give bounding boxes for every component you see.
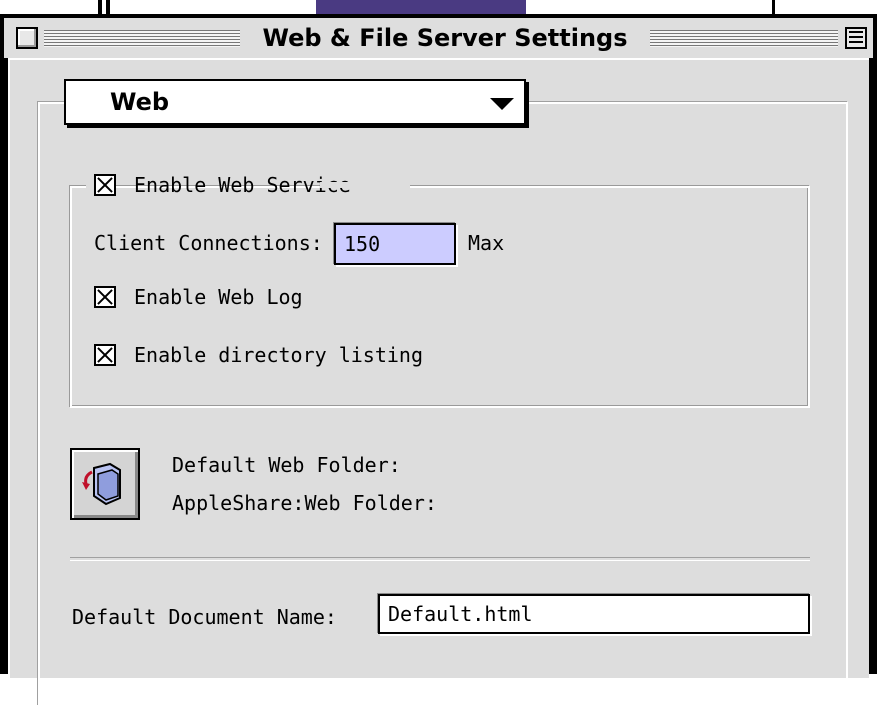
- popup-arrow-icon: [490, 98, 514, 110]
- enable-web-service-label: Enable Web Service: [134, 173, 351, 197]
- client-connections-input[interactable]: 150: [334, 223, 456, 265]
- enable-web-log-label: Enable Web Log: [134, 285, 303, 309]
- choose-folder-button[interactable]: [70, 448, 140, 520]
- enable-web-log-checkbox[interactable]: [94, 286, 116, 308]
- panel-selector-label: Web: [110, 88, 170, 116]
- folder-arrow-icon: [82, 462, 121, 506]
- separator: [70, 557, 810, 561]
- close-box[interactable]: [16, 27, 38, 49]
- title-bar-stripes-right: [650, 30, 838, 47]
- collapse-line: [849, 31, 863, 33]
- web-service-legend: Enable Web Service: [86, 170, 351, 200]
- default-document-label: Default Document Name:: [72, 605, 337, 629]
- window-title: Web & File Server Settings: [240, 23, 650, 53]
- default-document-input[interactable]: Default.html: [378, 594, 810, 634]
- default-web-folder-label: Default Web Folder:: [172, 453, 401, 477]
- enable-directory-listing-checkbox[interactable]: [94, 344, 116, 366]
- collapse-box[interactable]: [845, 27, 867, 49]
- client-connections-label: Client Connections:: [94, 231, 323, 255]
- collapse-line: [849, 36, 863, 38]
- enable-web-service-checkbox[interactable]: [94, 174, 116, 196]
- title-bar[interactable]: Web & File Server Settings: [4, 18, 873, 58]
- collapse-line: [849, 41, 863, 43]
- enable-directory-listing-label: Enable directory listing: [134, 343, 423, 367]
- title-bar-stripes-left: [44, 30, 240, 47]
- panel-selector-popup[interactable]: Web: [64, 79, 526, 125]
- default-web-folder-path: AppleShare:Web Folder:: [172, 491, 437, 515]
- client-connections-max-label: Max: [468, 231, 505, 255]
- legend-gap: [320, 182, 410, 188]
